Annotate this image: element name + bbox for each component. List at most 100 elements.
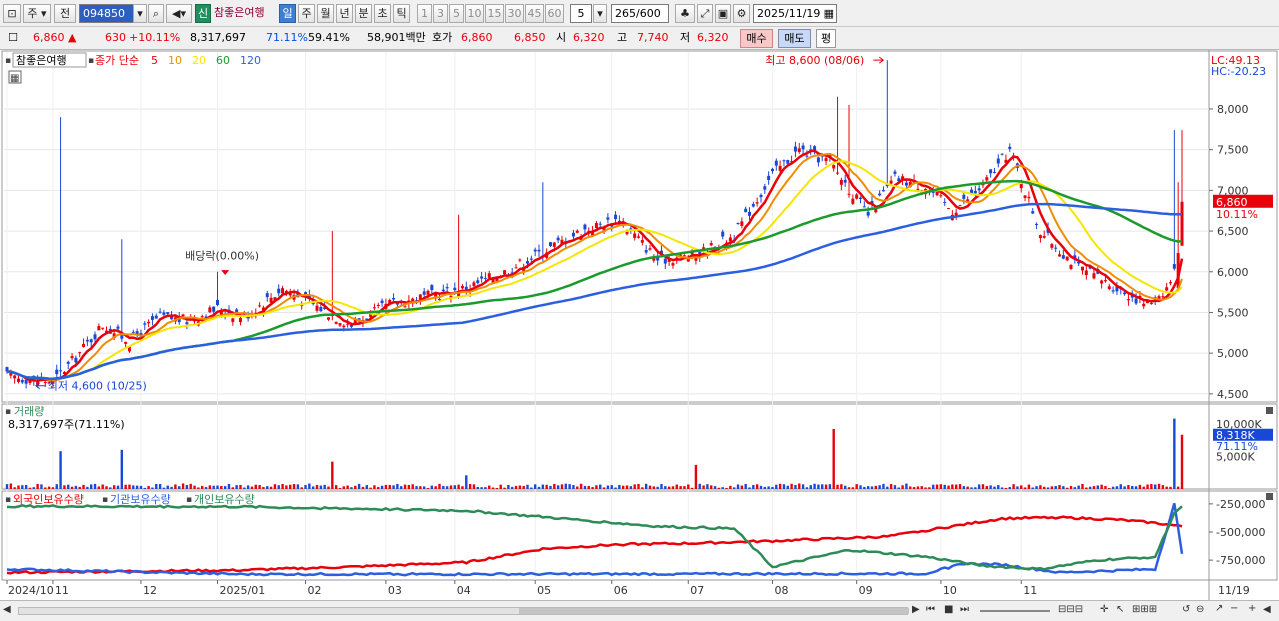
chart-area[interactable]: 8,0007,5007,0006,5006,0005,5005,0004,500… xyxy=(0,50,1279,600)
candle-body xyxy=(200,316,204,318)
cross-icon[interactable]: ✛ xyxy=(1100,604,1108,615)
candle-body xyxy=(208,307,212,313)
scrollbar-thumb[interactable] xyxy=(519,608,909,614)
volume-bar xyxy=(90,484,93,489)
layout-icon[interactable]: ⊟⊟⊟ xyxy=(1058,604,1083,615)
minute-dropdown-icon[interactable]: ▾ xyxy=(593,4,607,23)
scroll-end-icon[interactable]: ◀ xyxy=(1263,604,1271,615)
search-icon[interactable]: ⌕ xyxy=(148,4,164,23)
minute-button-5[interactable]: 5 xyxy=(449,4,464,23)
gear-icon[interactable]: ⚙ xyxy=(733,4,750,23)
period-tab-4[interactable]: 분 xyxy=(355,4,372,23)
period-tab-6[interactable]: 틱 xyxy=(393,4,410,23)
tools-icon[interactable]: ⊞⊞⊞ xyxy=(1132,604,1157,615)
minute-button-45[interactable]: 45 xyxy=(525,4,544,23)
save-icon[interactable]: ▣ xyxy=(715,4,731,23)
candle-body xyxy=(55,369,59,375)
refresh-icon[interactable]: ↺ xyxy=(1182,604,1190,615)
date-input[interactable]: 2025/11/19 ▦ xyxy=(753,4,837,23)
period-tab-5[interactable]: 초 xyxy=(374,4,391,23)
compare-icon[interactable]: ♣ xyxy=(675,4,695,23)
minute-button-3[interactable]: 3 xyxy=(433,4,448,23)
volume-bar xyxy=(445,486,449,489)
volume-bar xyxy=(434,486,437,489)
pointer-icon[interactable]: ↖ xyxy=(1116,604,1124,615)
volume-bar xyxy=(667,486,671,489)
minute-button-10[interactable]: 10 xyxy=(465,4,484,23)
candle-body xyxy=(1165,287,1169,291)
period-tab-2[interactable]: 월 xyxy=(317,4,334,23)
quote-toggle-icon[interactable]: ☐ xyxy=(3,29,23,48)
candle-body xyxy=(947,208,951,210)
stop-icon[interactable]: ■ xyxy=(944,604,953,615)
volume-bar xyxy=(1031,487,1034,489)
volume-bar xyxy=(311,486,315,489)
eval-button[interactable]: 평 xyxy=(816,29,836,48)
candle-body xyxy=(487,273,491,278)
minute-button-60[interactable]: 60 xyxy=(545,4,564,23)
horizontal-scrollbar[interactable] xyxy=(18,607,909,615)
rewind-icon[interactable]: ⏮ xyxy=(926,604,935,615)
code-input[interactable]: 094850 xyxy=(79,4,134,23)
volume-bar xyxy=(587,485,590,489)
candle-body xyxy=(131,331,135,333)
zoom-slider[interactable] xyxy=(980,610,1050,612)
volume-bar xyxy=(851,487,855,489)
candle-body xyxy=(1061,255,1065,259)
buy-button[interactable]: 매수 xyxy=(740,29,773,48)
period-tab-0[interactable]: 일 xyxy=(279,4,296,23)
volume-bar xyxy=(1050,486,1054,489)
volume-bar xyxy=(664,486,667,489)
speaker-icon[interactable]: ◀▾ xyxy=(166,4,192,23)
volume-bar xyxy=(1157,483,1161,489)
sell-button[interactable]: 매도 xyxy=(778,29,811,48)
count-field[interactable]: 265/600 xyxy=(611,4,669,23)
candle-body xyxy=(97,325,101,331)
up-arrow-icon: ▲ xyxy=(68,31,77,44)
minute-button-30[interactable]: 30 xyxy=(505,4,524,23)
market-select[interactable]: 주 ▾ xyxy=(23,4,51,23)
shin-badge[interactable]: 신 xyxy=(195,4,211,23)
candle-body xyxy=(824,158,828,162)
volume-bar xyxy=(736,484,740,489)
scroll-left-icon[interactable]: ◀ xyxy=(3,604,11,615)
change-value: 630 xyxy=(105,31,126,44)
candle-body xyxy=(782,160,786,162)
holder-tick-label: -500,000 xyxy=(1216,526,1265,539)
plus-icon[interactable]: + xyxy=(1248,603,1256,614)
arrow-icon[interactable]: ↗ xyxy=(1215,603,1223,614)
candle-body xyxy=(1058,254,1062,257)
candle-body xyxy=(392,297,396,300)
period-tab-3[interactable]: 년 xyxy=(336,4,353,23)
volume-bar xyxy=(1154,484,1157,489)
period-tab-1[interactable]: 주 xyxy=(298,4,315,23)
custom-minute-input[interactable]: 5 xyxy=(570,4,592,23)
candle-body xyxy=(85,339,89,342)
scroll-right-icon[interactable]: ▶ xyxy=(912,604,920,615)
candle-body xyxy=(721,231,725,237)
draw-tool-icon[interactable]: ⤢ xyxy=(697,4,713,23)
prev-button[interactable]: 전 xyxy=(54,4,76,23)
chart-type-icon[interactable]: ⊡ xyxy=(3,4,21,23)
volume-bar xyxy=(407,484,411,489)
volume-bar xyxy=(1081,483,1084,489)
candle-body xyxy=(150,316,154,320)
minute-button-15[interactable]: 15 xyxy=(485,4,504,23)
month-label: 10 xyxy=(943,584,957,597)
volume-bar xyxy=(300,487,303,489)
volume-bar xyxy=(606,485,610,489)
candle-body xyxy=(158,311,162,313)
price-tick-label: 6,500 xyxy=(1217,225,1249,238)
candle-body xyxy=(13,375,17,379)
volume-bar xyxy=(805,487,809,489)
code-dropdown-icon[interactable]: ▾ xyxy=(133,4,147,23)
minute-button-1[interactable]: 1 xyxy=(417,4,432,23)
volume-bar xyxy=(70,486,74,489)
volume-bar xyxy=(1016,486,1019,489)
zoom-out-icon[interactable]: ⊖ xyxy=(1196,604,1204,615)
calendar-icon[interactable]: ▦ xyxy=(824,5,834,22)
minus-icon[interactable]: − xyxy=(1230,603,1238,614)
volume-bar xyxy=(533,484,537,489)
forward-icon[interactable]: ⏭ xyxy=(960,604,969,615)
candle-body xyxy=(847,193,851,195)
